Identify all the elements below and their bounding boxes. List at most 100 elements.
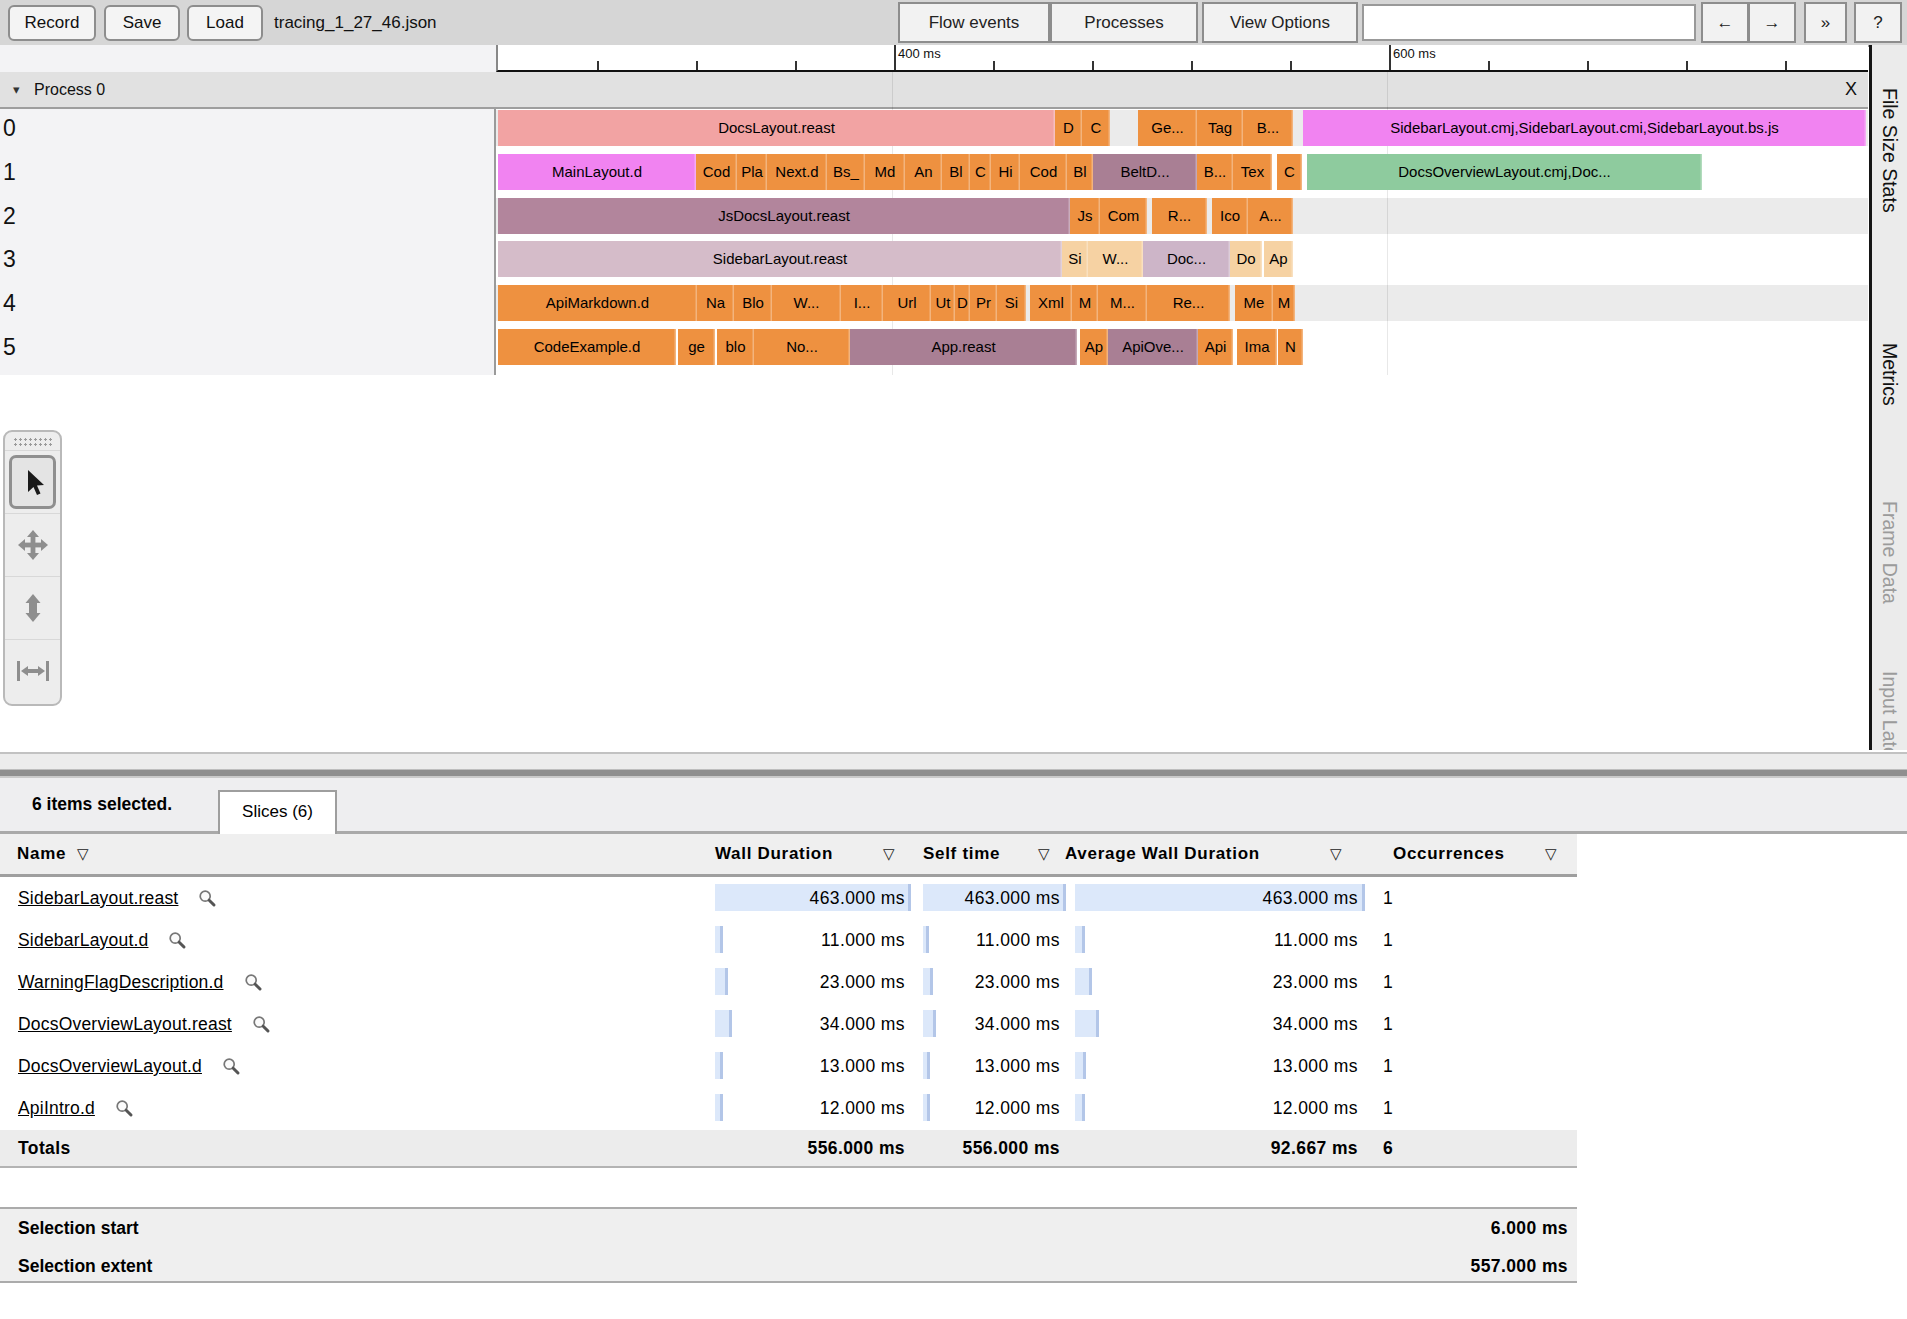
magnifier-icon[interactable] bbox=[115, 1099, 134, 1118]
column-header-name[interactable]: Name bbox=[17, 834, 66, 874]
flame-slice[interactable]: Si bbox=[997, 285, 1026, 321]
sort-arrow-icon[interactable]: ▽ bbox=[1038, 834, 1050, 874]
flame-slice[interactable]: Na bbox=[697, 285, 734, 321]
flame-slice[interactable]: An bbox=[905, 154, 942, 190]
slice-name-link[interactable]: SidebarLayout.d bbox=[18, 919, 187, 961]
timing-tool[interactable] bbox=[5, 639, 60, 702]
find-previous-button[interactable]: ← bbox=[1701, 2, 1749, 43]
flame-slice[interactable]: Ut bbox=[931, 285, 955, 321]
flame-slice[interactable]: I... bbox=[841, 285, 883, 321]
flame-slice[interactable]: Md bbox=[865, 154, 905, 190]
flame-slice[interactable]: ApiMarkdown.d bbox=[498, 285, 697, 321]
flame-slice[interactable]: Me bbox=[1235, 285, 1273, 321]
collapse-arrow-icon[interactable]: ▾ bbox=[13, 72, 20, 107]
magnifier-icon[interactable] bbox=[198, 889, 217, 908]
magnifier-icon[interactable] bbox=[252, 1015, 271, 1034]
help-button[interactable]: ? bbox=[1854, 2, 1902, 43]
flame-slice[interactable]: Ima bbox=[1237, 329, 1277, 365]
flow-events-button[interactable]: Flow events bbox=[898, 2, 1050, 43]
flame-slice[interactable]: W... bbox=[1088, 241, 1143, 277]
flame-slice[interactable]: B... bbox=[1243, 110, 1293, 146]
flame-slice[interactable]: ApiOve... bbox=[1108, 329, 1198, 365]
flame-slice[interactable]: Api bbox=[1198, 329, 1233, 365]
flame-slice[interactable]: Blo bbox=[734, 285, 772, 321]
close-icon[interactable]: X bbox=[1838, 72, 1864, 107]
slice-name-link[interactable]: WarningFlagDescription.d bbox=[18, 961, 263, 1003]
flame-slice[interactable]: Ap bbox=[1080, 329, 1108, 365]
flame-slice[interactable]: D bbox=[955, 285, 970, 321]
sidebar-tab-metrics[interactable]: Metrics bbox=[1878, 343, 1901, 406]
select-tool[interactable] bbox=[5, 450, 60, 513]
flame-slice[interactable]: Ap bbox=[1264, 241, 1293, 277]
toolbox-drag-handle[interactable] bbox=[13, 437, 53, 447]
flame-slice[interactable]: SidebarLayout.cmj,SidebarLayout.cmi,Side… bbox=[1303, 110, 1866, 146]
magnifier-icon[interactable] bbox=[244, 973, 263, 992]
flame-slice[interactable]: A... bbox=[1248, 198, 1293, 234]
flame-slice[interactable]: Tex bbox=[1233, 154, 1272, 190]
sort-arrow-icon[interactable]: ▽ bbox=[883, 834, 895, 874]
sort-arrow-icon[interactable]: ▽ bbox=[77, 834, 89, 874]
slice-name-link[interactable]: DocsOverviewLayout.d bbox=[18, 1045, 241, 1087]
sort-arrow-icon[interactable]: ▽ bbox=[1545, 834, 1557, 874]
flame-slice[interactable]: Tag bbox=[1197, 110, 1243, 146]
column-header-average-wall-duration[interactable]: Average Wall Duration bbox=[1065, 834, 1260, 874]
flame-slice[interactable]: Xml bbox=[1030, 285, 1072, 321]
sidebar-tab-input-latency[interactable]: Input Latency bbox=[1878, 671, 1901, 752]
slice-name-link[interactable]: ApiIntro.d bbox=[18, 1087, 134, 1129]
flame-slice[interactable]: Bs_ bbox=[827, 154, 865, 190]
flame-slice[interactable]: B... bbox=[1197, 154, 1233, 190]
search-input[interactable] bbox=[1362, 4, 1696, 41]
flame-slice[interactable]: Bl bbox=[942, 154, 970, 190]
sidebar-tab-file-size-stats[interactable]: File Size Stats bbox=[1878, 88, 1901, 213]
flame-slice[interactable]: Si bbox=[1062, 241, 1088, 277]
processes-button[interactable]: Processes bbox=[1050, 2, 1198, 43]
flame-slice[interactable]: Do bbox=[1230, 241, 1262, 277]
flame-slice[interactable]: MainLayout.d bbox=[498, 154, 696, 190]
flame-slice[interactable]: M bbox=[1273, 285, 1295, 321]
column-header-self-time[interactable]: Self time bbox=[923, 834, 1000, 874]
flame-slice[interactable]: C bbox=[1277, 154, 1302, 190]
process-header[interactable]: ▾ Process 0 X bbox=[0, 72, 1868, 109]
tab-slices[interactable]: Slices (6) bbox=[218, 790, 337, 834]
find-next-button[interactable]: → bbox=[1748, 2, 1796, 43]
flame-slice[interactable]: D bbox=[1055, 110, 1082, 146]
flame-slice[interactable]: Pla bbox=[737, 154, 767, 190]
flame-slice[interactable]: App.reast bbox=[850, 329, 1077, 365]
pan-tool[interactable] bbox=[5, 513, 60, 576]
flame-slice[interactable]: Hi bbox=[991, 154, 1020, 190]
magnifier-icon[interactable] bbox=[222, 1057, 241, 1076]
zoom-vertical-tool[interactable] bbox=[5, 576, 60, 639]
slice-name-link[interactable]: SidebarLayout.reast bbox=[18, 877, 217, 919]
column-header-occurrences[interactable]: Occurrences bbox=[1393, 834, 1505, 874]
record-button[interactable]: Record bbox=[8, 5, 96, 41]
flame-slice[interactable]: Com bbox=[1100, 198, 1147, 234]
flame-slice[interactable]: R... bbox=[1152, 198, 1207, 234]
flame-slice[interactable]: M bbox=[1072, 285, 1098, 321]
flame-slice[interactable]: C bbox=[1082, 110, 1110, 146]
flame-slice[interactable]: No... bbox=[754, 329, 850, 365]
sort-arrow-icon[interactable]: ▽ bbox=[1330, 834, 1342, 874]
flame-slice[interactable]: Cod bbox=[1020, 154, 1067, 190]
timeline-ruler[interactable]: 400 ms600 ms bbox=[496, 45, 1868, 72]
load-button[interactable]: Load bbox=[187, 5, 263, 41]
flame-slice[interactable]: BeltD... bbox=[1093, 154, 1197, 190]
flame-slice[interactable]: ge bbox=[678, 329, 715, 365]
flame-slice[interactable]: Ico bbox=[1212, 198, 1248, 234]
slice-name-link[interactable]: DocsOverviewLayout.reast bbox=[18, 1003, 271, 1045]
horizontal-splitter[interactable] bbox=[0, 750, 1907, 778]
sidebar-tab-frame-data[interactable]: Frame Data bbox=[1878, 501, 1901, 604]
flame-slice[interactable]: W... bbox=[772, 285, 841, 321]
flame-slice[interactable]: Pr bbox=[970, 285, 997, 321]
flame-slice[interactable]: Ge... bbox=[1138, 110, 1197, 146]
view-options-button[interactable]: View Options bbox=[1202, 2, 1358, 43]
flame-slice[interactable]: blo bbox=[717, 329, 754, 365]
flame-slice[interactable]: Js bbox=[1070, 198, 1100, 234]
column-header-wall-duration[interactable]: Wall Duration bbox=[715, 834, 833, 874]
flame-slice[interactable]: CodeExample.d bbox=[498, 329, 676, 365]
flame-slice[interactable]: Url bbox=[883, 285, 931, 321]
expand-button[interactable]: » bbox=[1804, 2, 1847, 43]
flame-slice[interactable]: M... bbox=[1098, 285, 1147, 321]
flame-slice[interactable]: N bbox=[1278, 329, 1303, 365]
flame-slice[interactable]: Bl bbox=[1067, 154, 1093, 190]
flame-slice[interactable]: Next.d bbox=[767, 154, 827, 190]
